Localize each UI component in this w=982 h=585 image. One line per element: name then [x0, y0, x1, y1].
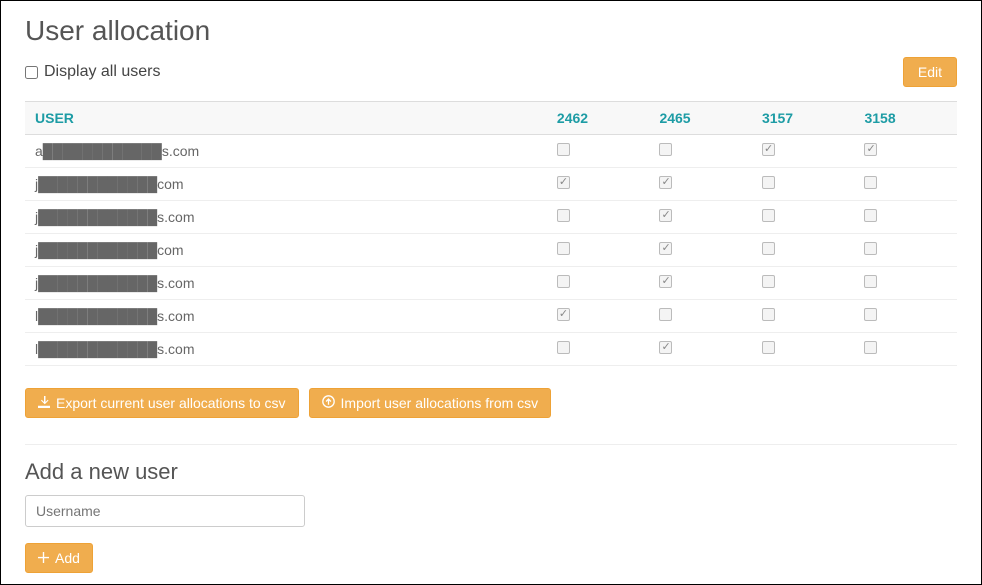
download-icon — [38, 395, 50, 411]
allocation-cell — [854, 135, 957, 168]
section-divider — [25, 444, 957, 445]
allocation-cell — [547, 267, 650, 300]
edit-button-label: Edit — [918, 64, 942, 80]
allocation-checkbox — [762, 143, 775, 156]
user-cell: j████████████s.com — [25, 267, 547, 300]
allocation-checkbox — [659, 308, 672, 321]
allocation-checkbox — [864, 209, 877, 222]
display-all-users-text: Display all users — [44, 63, 160, 81]
allocation-cell — [854, 234, 957, 267]
allocation-checkbox — [864, 176, 877, 189]
allocation-checkbox — [659, 176, 672, 189]
allocation-checkbox — [864, 275, 877, 288]
allocation-cell — [547, 300, 650, 333]
allocation-checkbox — [557, 143, 570, 156]
col-header-id[interactable]: 2462 — [547, 102, 650, 135]
allocation-cell — [752, 201, 855, 234]
allocation-cell — [547, 135, 650, 168]
allocation-checkbox — [659, 242, 672, 255]
allocation-cell — [752, 333, 855, 366]
allocation-cell — [649, 135, 752, 168]
allocation-checkbox — [762, 176, 775, 189]
col-header-id[interactable]: 2465 — [649, 102, 752, 135]
allocation-cell — [854, 267, 957, 300]
allocation-cell — [649, 234, 752, 267]
user-cell: l████████████s.com — [25, 333, 547, 366]
col-header-id[interactable]: 3158 — [854, 102, 957, 135]
allocation-cell — [752, 135, 855, 168]
table-row: a████████████s.com — [25, 135, 957, 168]
user-cell: j████████████com — [25, 168, 547, 201]
user-cell: a████████████s.com — [25, 135, 547, 168]
plus-icon — [38, 550, 49, 566]
import-csv-label: Import user allocations from csv — [341, 395, 539, 411]
allocation-cell — [649, 168, 752, 201]
allocation-checkbox — [557, 209, 570, 222]
table-row: j████████████com — [25, 234, 957, 267]
import-csv-button[interactable]: Import user allocations from csv — [309, 388, 552, 418]
allocation-cell — [547, 201, 650, 234]
table-row: j████████████com — [25, 168, 957, 201]
allocation-checkbox — [864, 308, 877, 321]
allocation-checkbox — [557, 275, 570, 288]
allocation-checkbox — [762, 209, 775, 222]
table-header-row: USER 2462 2465 3157 3158 — [25, 102, 957, 135]
allocation-checkbox — [659, 209, 672, 222]
export-csv-button[interactable]: Export current user allocations to csv — [25, 388, 299, 418]
table-row: l████████████s.com — [25, 333, 957, 366]
allocation-cell — [752, 234, 855, 267]
allocation-checkbox — [557, 242, 570, 255]
allocation-checkbox — [557, 308, 570, 321]
allocation-cell — [649, 300, 752, 333]
allocation-cell — [854, 168, 957, 201]
allocation-cell — [854, 300, 957, 333]
user-cell: j████████████s.com — [25, 201, 547, 234]
allocation-cell — [752, 300, 855, 333]
export-csv-label: Export current user allocations to csv — [56, 395, 286, 411]
allocation-checkbox — [557, 176, 570, 189]
allocation-cell — [649, 267, 752, 300]
allocation-cell — [547, 234, 650, 267]
display-all-users-label[interactable]: Display all users — [25, 63, 160, 81]
page-title: User allocation — [25, 15, 957, 47]
add-button[interactable]: Add — [25, 543, 93, 573]
add-user-heading: Add a new user — [25, 459, 957, 485]
table-row: l████████████s.com — [25, 300, 957, 333]
add-button-label: Add — [55, 550, 80, 566]
allocation-checkbox — [864, 341, 877, 354]
upload-circle-icon — [322, 395, 335, 411]
allocation-checkbox — [864, 242, 877, 255]
allocation-checkbox — [762, 341, 775, 354]
allocation-checkbox — [557, 341, 570, 354]
allocation-cell — [547, 168, 650, 201]
display-all-users-checkbox[interactable] — [25, 66, 38, 79]
allocation-cell — [547, 333, 650, 366]
col-header-user[interactable]: USER — [25, 102, 547, 135]
user-cell: l████████████s.com — [25, 300, 547, 333]
allocation-cell — [854, 201, 957, 234]
username-input[interactable] — [25, 495, 305, 527]
allocation-checkbox — [864, 143, 877, 156]
allocation-cell — [649, 333, 752, 366]
edit-button[interactable]: Edit — [903, 57, 957, 87]
allocation-table: USER 2462 2465 3157 3158 a████████████s.… — [25, 101, 957, 366]
allocation-checkbox — [762, 275, 775, 288]
allocation-checkbox — [659, 275, 672, 288]
allocation-checkbox — [762, 242, 775, 255]
allocation-cell — [854, 333, 957, 366]
user-cell: j████████████com — [25, 234, 547, 267]
allocation-checkbox — [659, 341, 672, 354]
table-row: j████████████s.com — [25, 201, 957, 234]
allocation-cell — [752, 267, 855, 300]
allocation-checkbox — [762, 308, 775, 321]
allocation-cell — [752, 168, 855, 201]
col-header-id[interactable]: 3157 — [752, 102, 855, 135]
table-row: j████████████s.com — [25, 267, 957, 300]
allocation-checkbox — [659, 143, 672, 156]
allocation-cell — [649, 201, 752, 234]
